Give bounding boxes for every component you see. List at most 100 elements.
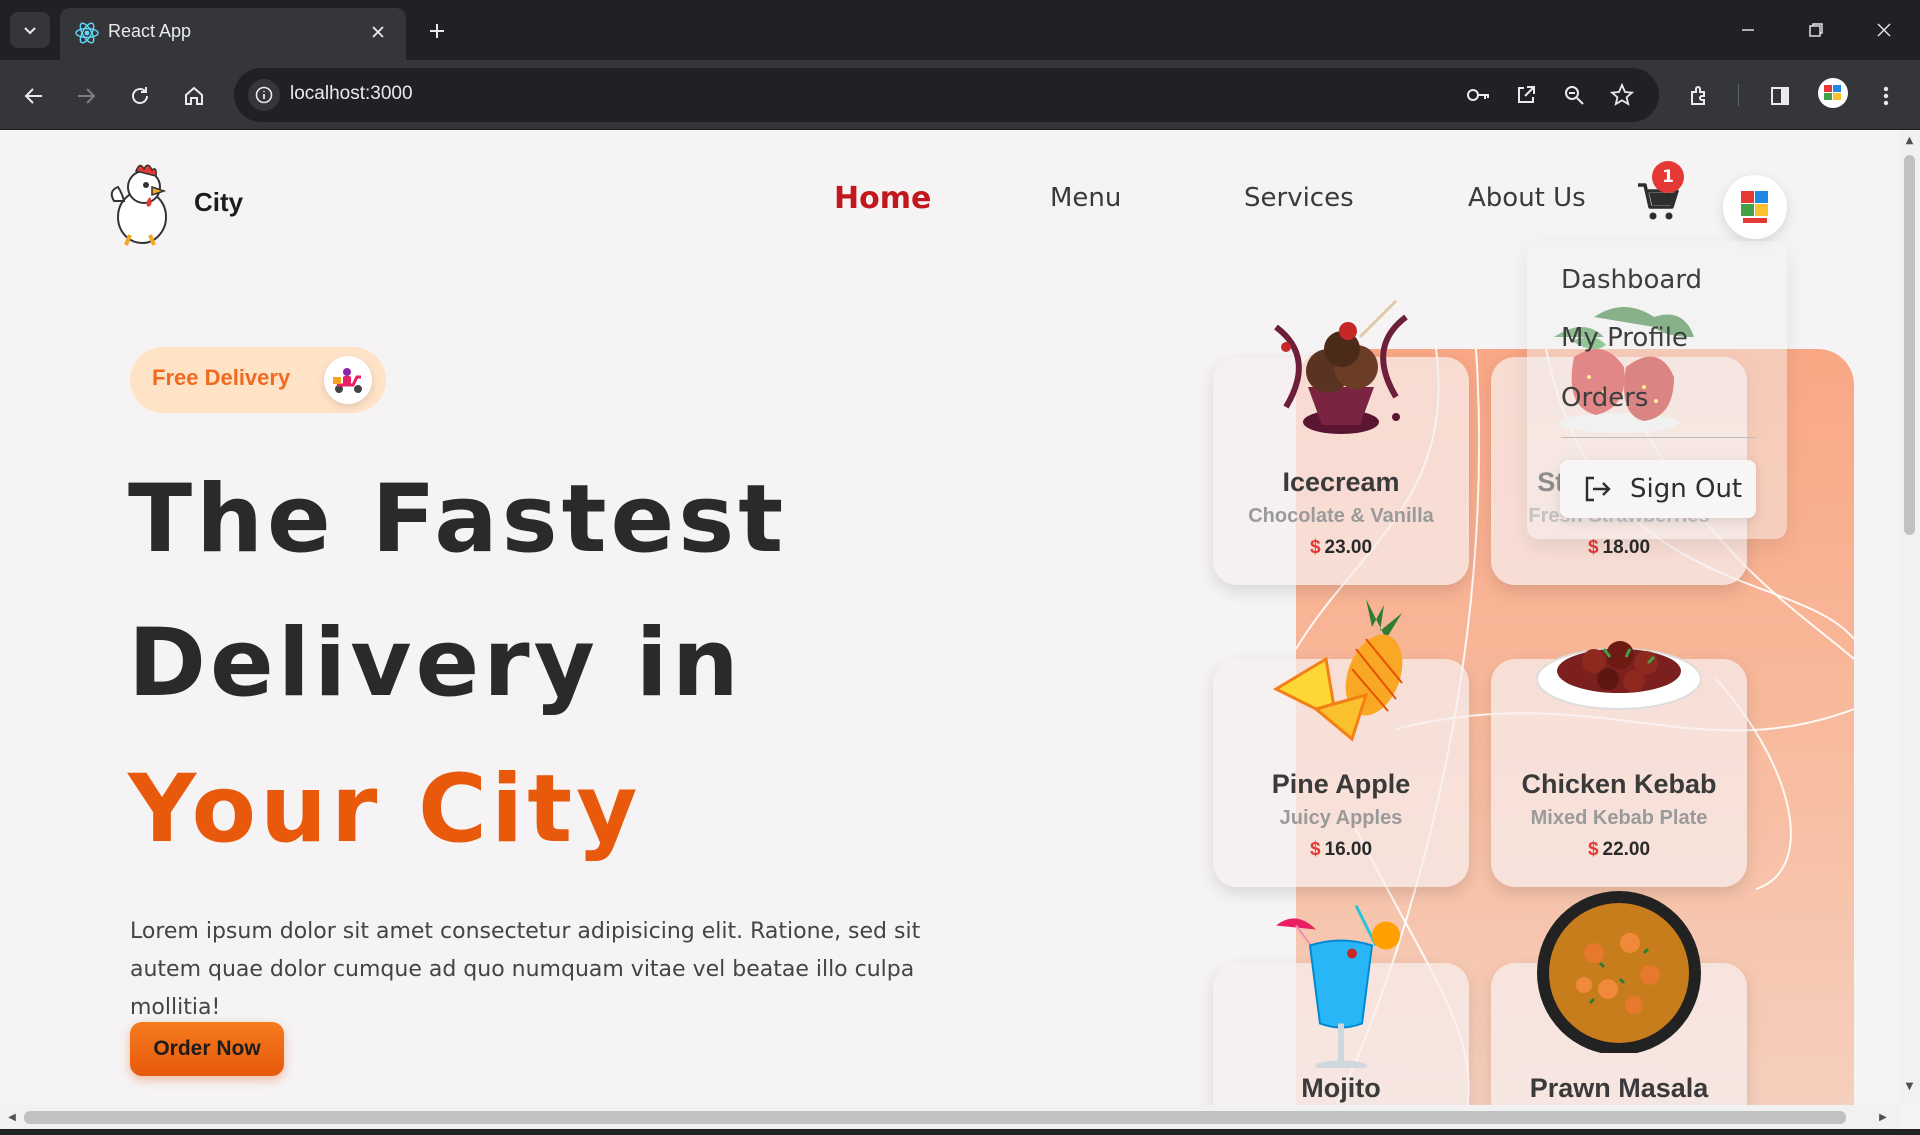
back-button[interactable] [14, 76, 54, 116]
reload-button[interactable] [120, 76, 160, 116]
product-card-chicken-kebab[interactable]: Chicken Kebab Mixed Kebab Plate $22.00 [1491, 641, 1747, 887]
hero-title-line-3: Your City [128, 755, 642, 864]
tab-search-button[interactable] [10, 12, 50, 48]
bookmark-button[interactable] [1608, 81, 1636, 109]
chevron-down-icon [24, 27, 36, 35]
nav-menu[interactable]: Menu [1050, 183, 1121, 213]
tab-title: React App [108, 21, 192, 41]
arrow-right-icon [78, 88, 96, 104]
prawn-masala-image [1537, 891, 1701, 1053]
restore-button[interactable] [1794, 12, 1838, 48]
nav-services[interactable]: Services [1244, 183, 1354, 213]
currency-symbol: $ [1587, 537, 1599, 558]
product-card-pine-apple[interactable]: Pine Apple Juicy Apples $16.00 [1213, 599, 1469, 887]
zoom-button[interactable] [1560, 81, 1588, 109]
price-value: 16.00 [1324, 839, 1373, 860]
close-window-button[interactable] [1862, 12, 1906, 48]
minimize-icon [1742, 29, 1754, 31]
user-avatar[interactable] [1723, 175, 1787, 239]
horizontal-scrollbar[interactable]: ◀ ▶ [0, 1105, 1899, 1129]
reload-icon [132, 87, 148, 104]
pineapple-image [1272, 599, 1403, 742]
home-button[interactable] [174, 76, 214, 116]
horizontal-scroll-thumb[interactable] [24, 1111, 1846, 1124]
price-value: 23.00 [1324, 537, 1373, 558]
browser-toolbar: localhost:3000 [0, 60, 1920, 130]
new-tab-button[interactable] [420, 14, 454, 48]
delivery-scooter-icon [324, 356, 372, 404]
zoom-out-icon [1565, 86, 1584, 105]
sign-out-label: Sign Out [1630, 474, 1743, 504]
icecream-image [1274, 299, 1408, 434]
menu-divider [1561, 437, 1757, 438]
url-text[interactable]: localhost:3000 [290, 83, 413, 105]
order-now-button[interactable]: Order Now [130, 1022, 284, 1076]
free-delivery-label: Free Delivery [152, 365, 291, 390]
brand-name[interactable]: City [194, 187, 243, 218]
window-bottom-edge [0, 1129, 1920, 1135]
side-panel-button[interactable] [1760, 76, 1800, 116]
home-icon [185, 86, 203, 105]
price-value: 22.00 [1602, 839, 1651, 860]
product-name: Pine Apple [1271, 769, 1411, 799]
password-key-button[interactable] [1464, 81, 1492, 109]
product-name: Icecream [1282, 467, 1400, 497]
menu-item-my-profile[interactable]: My Profile [1561, 323, 1688, 353]
site-info-button[interactable] [248, 79, 280, 111]
close-tab-button[interactable] [364, 18, 392, 46]
vertical-scrollbar[interactable]: ▲ ▼ [1899, 131, 1920, 1105]
close-icon [372, 26, 384, 38]
free-delivery-badge: Free Delivery [130, 347, 386, 413]
forward-button[interactable] [66, 76, 106, 116]
page-viewport: City Home Menu Services About Us 1 Free … [0, 131, 1899, 1105]
browser-tabbar: React App [0, 0, 1920, 60]
browser-profile-avatar[interactable] [1818, 78, 1848, 108]
price-value: 18.00 [1602, 537, 1651, 558]
product-description: Chocolate & Vanilla [1248, 505, 1434, 527]
plus-icon [430, 24, 444, 38]
menu-item-dashboard[interactable]: Dashboard [1561, 265, 1702, 295]
product-card-icecream[interactable]: Icecream Chocolate & Vanilla $23.00 [1213, 299, 1469, 585]
chicken-kebab-image [1536, 641, 1702, 710]
side-panel-icon [1771, 87, 1789, 105]
sign-out-button[interactable]: Sign Out [1560, 460, 1756, 518]
open-in-app-button[interactable] [1512, 81, 1540, 109]
info-icon [255, 86, 273, 104]
product-description: Juicy Apples [1279, 807, 1403, 829]
hero-title-line-1: The Fastest [128, 465, 788, 574]
hero-description: Lorem ipsum dolor sit amet consectetur a… [130, 919, 921, 1020]
puzzle-icon [1691, 86, 1705, 105]
menu-item-orders[interactable]: Orders [1561, 383, 1648, 413]
product-price: $18.00 [1491, 537, 1747, 559]
address-bar[interactable]: localhost:3000 [234, 68, 1659, 122]
vertical-scroll-thumb[interactable] [1904, 155, 1915, 535]
product-price: $22.00 [1491, 839, 1747, 861]
extensions-button[interactable] [1680, 76, 1720, 116]
product-price: $23.00 [1213, 537, 1469, 559]
scroll-up-arrow-icon[interactable]: ▲ [1904, 135, 1915, 147]
minimize-button[interactable] [1726, 12, 1770, 48]
external-link-icon [1518, 86, 1535, 103]
key-icon [1467, 89, 1489, 101]
product-name: Mojito [1301, 1073, 1381, 1103]
hero-title-line-2: Delivery in [128, 609, 743, 718]
profile-logo-icon [1824, 85, 1841, 100]
cart-count-badge: 1 [1652, 161, 1684, 193]
scroll-right-arrow-icon[interactable]: ▶ [1877, 1111, 1889, 1124]
scroll-left-arrow-icon[interactable]: ◀ [6, 1111, 18, 1124]
product-card-prawn-masala[interactable]: Prawn Masala [1491, 891, 1747, 1105]
browser-menu-button[interactable] [1866, 76, 1906, 116]
product-description: Mixed Kebab Plate [1530, 807, 1708, 829]
currency-symbol: $ [1587, 839, 1599, 860]
more-vertical-icon [1883, 86, 1889, 106]
rooster-logo-icon[interactable] [106, 161, 176, 247]
nav-home[interactable]: Home [834, 181, 931, 216]
currency-symbol: $ [1309, 537, 1321, 558]
product-name: Prawn Masala [1529, 1073, 1709, 1103]
product-card-mojito[interactable]: Mojito [1213, 904, 1469, 1105]
browser-tab[interactable]: React App [60, 8, 406, 60]
react-icon [75, 22, 99, 44]
product-price: $16.00 [1213, 839, 1469, 861]
nav-about-us[interactable]: About Us [1468, 183, 1586, 213]
scroll-down-arrow-icon[interactable]: ▼ [1904, 1081, 1915, 1093]
